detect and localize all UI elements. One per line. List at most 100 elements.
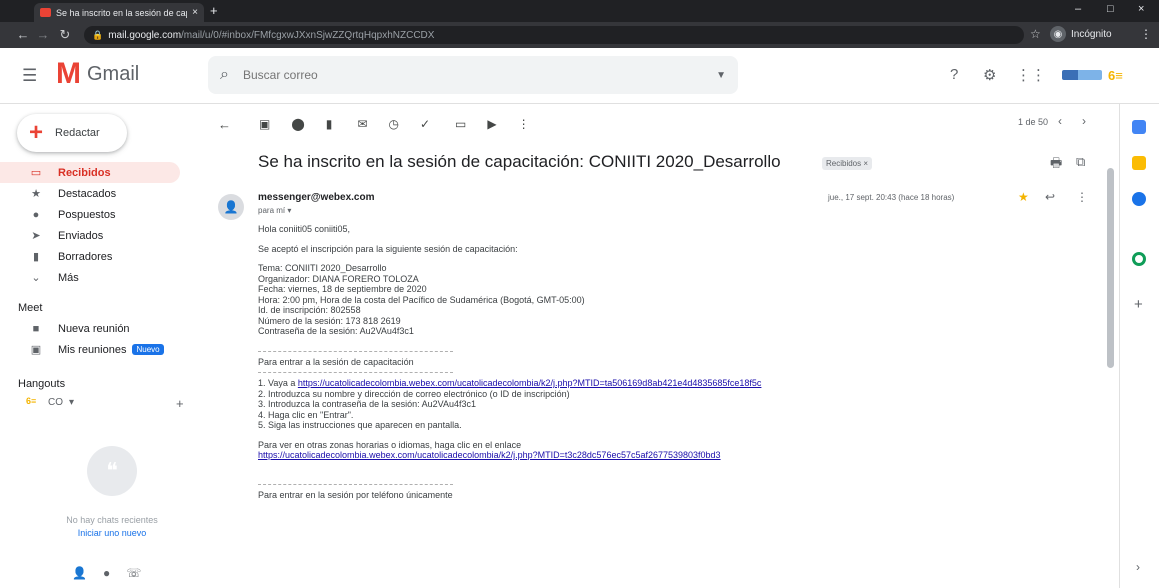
meet-app-icon[interactable] <box>1132 252 1146 266</box>
sidebar-item-pospuestos[interactable]: ● Pospuestos <box>0 204 190 225</box>
enter-section-title: Para entrar a la sesión de capacitación <box>258 356 414 367</box>
sidebar-item-destacados[interactable]: ★ Destacados <box>0 183 190 204</box>
session-join-link[interactable]: https://ucatolicadecolombia.webex.com/uc… <box>298 378 762 388</box>
timezone-link[interactable]: https://ucatolicadecolombia.webex.com/uc… <box>258 450 721 460</box>
account-avatar-icon: 6≡ <box>1108 67 1123 83</box>
settings-gear-icon[interactable]: ⚙ <box>983 66 996 84</box>
move-to-icon[interactable]: ▭ <box>455 117 466 131</box>
address-bar[interactable]: 🔒 mail.google.com /mail/u/0/#inbox/FMfcg… <box>84 26 1024 44</box>
keep-app-icon[interactable] <box>1132 156 1146 170</box>
phone-icon[interactable]: ☏ <box>126 566 141 580</box>
sidebar-item-nueva-reunion[interactable]: ■ Nueva reunión <box>0 318 190 339</box>
inbox-label-chip[interactable]: Recibidos × <box>822 157 873 170</box>
greeting: Hola coniiti05 coniiti05, <box>258 224 351 234</box>
step3-line: 3. Introduzca la contraseña de la sesión… <box>258 399 476 409</box>
organizer-line: Organizador: DIANA FORERO TOLOZA <box>258 273 419 284</box>
new-tab-button[interactable]: + <box>210 3 218 18</box>
get-addons-icon[interactable]: + <box>1134 296 1143 313</box>
search-input[interactable] <box>242 68 717 82</box>
step2-line: 2. Introduzca su nombre y dirección de c… <box>258 388 570 399</box>
meet-section-title: Meet <box>18 302 43 314</box>
sidebar-item-borradores[interactable]: ▮ Borradores <box>0 246 190 267</box>
add-contact-icon[interactable]: + <box>176 396 184 411</box>
apps-grid-icon[interactable]: ⋮⋮ <box>1016 66 1046 84</box>
folder-list: ▭ Recibidos ★ Destacados ● Pospuestos ➤ … <box>0 162 190 360</box>
calendar-app-icon[interactable] <box>1132 120 1146 134</box>
tab-title: Se ha inscrito en la sesión de cap <box>56 7 188 18</box>
tab-close-icon[interactable]: × <box>192 7 198 18</box>
start-new-chat-link[interactable]: Iniciar uno nuevo <box>42 527 182 540</box>
compose-label: Redactar <box>55 127 100 139</box>
hangouts-user-name: CO <box>48 396 63 408</box>
sidebar-item-mas[interactable]: ⌄ Más <box>0 267 190 288</box>
gmail-logo[interactable]: M Gmail <box>56 59 139 89</box>
incognito-label: Incógnito <box>1071 28 1112 40</box>
password-line: Contraseña de la sesión: Au2VAu4f3c1 <box>258 326 414 336</box>
back-to-inbox-icon[interactable]: ← <box>218 117 231 132</box>
session-number-line: Número de la sesión: 173 818 2619 <box>258 315 401 326</box>
older-icon[interactable]: › <box>1082 114 1086 128</box>
divider <box>258 372 453 373</box>
report-spam-icon[interactable]: ⬤ <box>291 117 304 131</box>
account-switcher[interactable]: 6≡ <box>1062 62 1128 88</box>
show-side-panel-icon[interactable]: › <box>1136 560 1140 574</box>
sidebar-item-mis-reuniones[interactable]: ▣ Mis reuniones Nuevo <box>0 339 190 360</box>
search-icon[interactable]: ⌕ <box>220 66 229 84</box>
browser-titlebar: Se ha inscrito en la sesión de cap × + –… <box>0 0 1159 22</box>
lock-icon: 🔒 <box>92 29 104 40</box>
newer-icon[interactable]: ‹ <box>1058 114 1062 128</box>
compose-button[interactable]: + Redactar <box>17 114 127 152</box>
bookmark-star-icon[interactable]: ☆ <box>1030 27 1041 41</box>
main-menu-icon[interactable]: ☰ <box>22 66 37 86</box>
maximize-button[interactable]: □ <box>1107 3 1114 15</box>
delete-icon[interactable]: ▮ <box>326 117 333 131</box>
hangouts-user[interactable]: 6≡ CO ▾ <box>26 396 74 408</box>
forward-icon[interactable]: → <box>34 27 52 42</box>
step5-line: 5. Siga las instrucciones que aparecen e… <box>258 420 462 430</box>
chevron-down-icon: ⌄ <box>31 272 41 284</box>
send-icon: ➤ <box>31 230 41 242</box>
tasks-app-icon[interactable] <box>1132 192 1146 206</box>
contacts-icon[interactable]: 👤 <box>72 566 87 580</box>
print-icon[interactable]: 🖶 <box>1050 154 1062 176</box>
sidebar-item-enviados[interactable]: ➤ Enviados <box>0 225 190 246</box>
close-window-button[interactable]: × <box>1138 3 1144 15</box>
no-chats-text: No hay chats recientes <box>66 515 158 525</box>
open-new-window-icon[interactable]: ⧉ <box>1076 154 1085 170</box>
hangouts-footer: 👤 ● ☏ <box>72 566 141 580</box>
recipient-details[interactable]: para mí ▾ <box>258 206 291 215</box>
tema-line: Tema: CONIITI 2020_Desarrollo <box>258 263 387 273</box>
search-options-icon[interactable]: ▼ <box>716 70 726 81</box>
help-icon[interactable]: ? <box>950 66 958 83</box>
reload-icon[interactable]: ↻ <box>56 27 74 43</box>
compose-plus-icon: + <box>29 119 44 146</box>
browser-menu-icon[interactable]: ⋮ <box>1140 27 1152 41</box>
add-to-tasks-icon[interactable]: ✓ <box>420 117 430 131</box>
sender-address[interactable]: messenger@webex.com <box>258 192 374 203</box>
hangouts-chat-icon[interactable]: ● <box>103 566 110 580</box>
browser-tab[interactable]: Se ha inscrito en la sesión de cap × <box>34 3 204 22</box>
label-icon[interactable]: ▶ <box>487 117 496 131</box>
video-icon: ■ <box>32 322 40 335</box>
star-icon[interactable]: ★ <box>1018 190 1029 204</box>
sidebar-item-label: Más <box>58 271 79 284</box>
reply-icon[interactable]: ↩ <box>1045 190 1055 204</box>
gmail-m-icon: M <box>56 57 81 90</box>
more-options-icon[interactable]: ⋮ <box>518 117 530 131</box>
sidebar-item-label: Mis reuniones <box>58 343 127 356</box>
divider <box>258 350 453 352</box>
message-scrollbar[interactable] <box>1107 168 1114 368</box>
back-icon[interactable]: ← <box>14 27 32 42</box>
no-chats-message: No hay chats recientes Iniciar uno nuevo <box>42 514 182 540</box>
mark-unread-icon[interactable]: ✉ <box>357 117 367 131</box>
draft-icon: ▮ <box>32 251 40 263</box>
search-bar[interactable]: ⌕ ▼ <box>208 56 738 94</box>
archive-icon[interactable]: ▣ <box>259 117 270 131</box>
side-panel: + › <box>1119 104 1159 588</box>
incognito-indicator[interactable]: ◉ Incógnito <box>1050 26 1112 42</box>
incognito-icon: ◉ <box>1050 26 1066 42</box>
minimize-button[interactable]: – <box>1075 3 1081 15</box>
sidebar-item-recibidos[interactable]: ▭ Recibidos <box>0 162 180 183</box>
snooze-icon[interactable]: ◷ <box>388 117 398 131</box>
more-icon[interactable]: ⋮ <box>1076 190 1088 204</box>
